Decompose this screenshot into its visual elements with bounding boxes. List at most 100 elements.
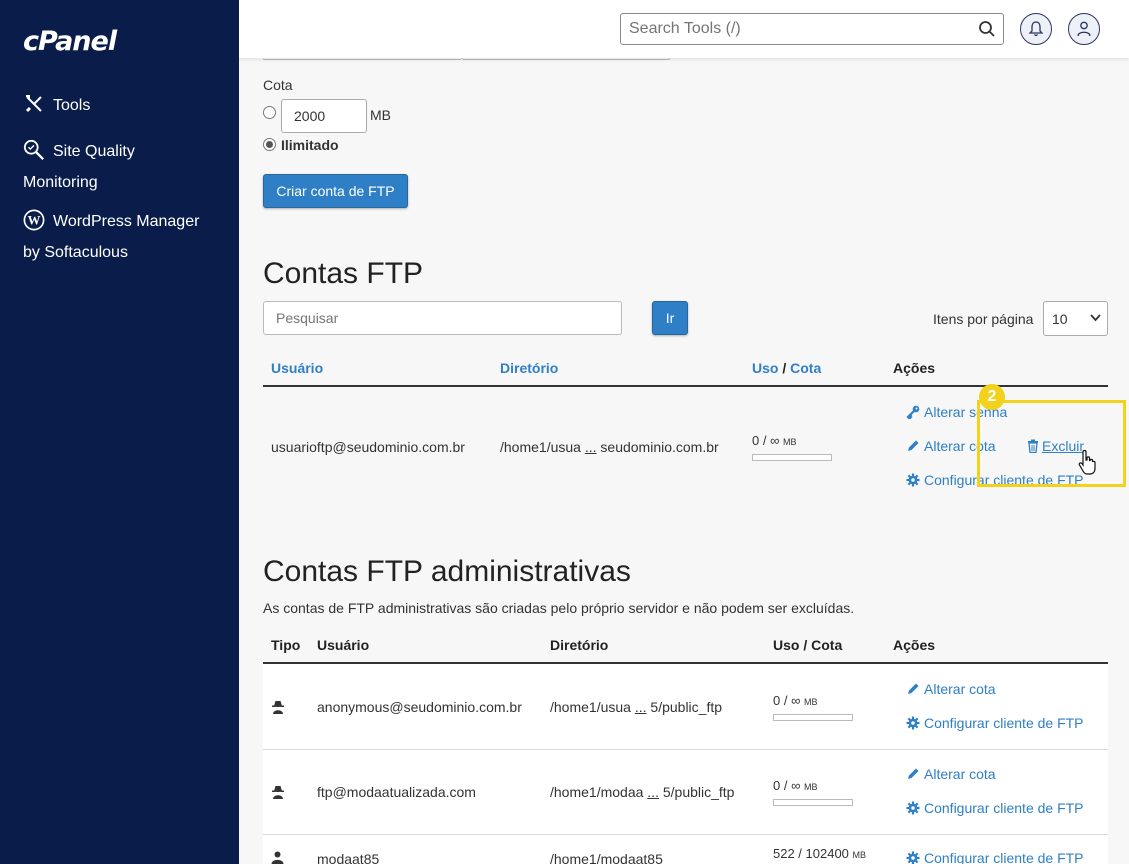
gear-icon xyxy=(906,801,920,815)
sidebar-item-wordpress[interactable]: W WordPress Manager by Softaculous xyxy=(23,206,223,268)
configure-ftp-client-label: Configurar cliente de FTP xyxy=(924,800,1084,816)
per-page-value: 10 xyxy=(1052,311,1068,327)
user-icon xyxy=(271,851,284,864)
search-tools-field[interactable] xyxy=(620,13,1004,45)
quota-unlimited-radio[interactable] xyxy=(263,138,276,151)
col-header-directory[interactable]: Diretório xyxy=(500,360,558,376)
anonymous-icon xyxy=(272,786,284,799)
admin-col-header-directory: Diretório xyxy=(550,637,609,653)
sidebar-item-label: Tools xyxy=(53,97,91,114)
usage-value: 0 / ∞ xyxy=(752,433,780,448)
usage-bar xyxy=(752,454,832,461)
admin-change-quota-link[interactable]: Alterar cota xyxy=(906,766,996,782)
admin-col-header-usage: Uso / Cota xyxy=(773,637,843,653)
admin-usage-cell: 0 / ∞ MB xyxy=(773,778,817,793)
configure-ftp-client-label: Configurar cliente de FTP xyxy=(924,850,1084,864)
dir-start: /home1/modaa xyxy=(550,784,644,800)
admin-accounts-description: As contas de FTP administrativas são cri… xyxy=(263,600,855,616)
col-header-actions: Ações xyxy=(893,360,936,376)
ftp-directory-cell: /home1/usua ... seudominio.com.br xyxy=(500,439,719,455)
quota-label: Cota xyxy=(263,77,293,93)
quota-limited-radio[interactable] xyxy=(263,106,276,119)
quota-input[interactable] xyxy=(281,99,367,133)
configure-ftp-client-label: Configurar cliente de FTP xyxy=(924,715,1084,731)
change-quota-label: Alterar cota xyxy=(924,766,996,782)
svg-text:W: W xyxy=(28,214,41,228)
quota-unlimited-label: Ilimitado xyxy=(281,137,339,153)
user-icon xyxy=(1077,21,1091,37)
dir-ellipsis[interactable]: ... xyxy=(647,784,659,800)
sidebar-item-label-line2: Monitoring xyxy=(23,174,98,191)
wordpress-icon: W xyxy=(23,209,45,231)
go-button[interactable]: Ir xyxy=(652,301,688,335)
sidebar-item-label-line2: by Softaculous xyxy=(23,244,128,261)
admin-usage-cell: 522 / 102400 MB xyxy=(773,846,866,861)
usage-unit: MB xyxy=(803,697,818,707)
admin-usage-cell: 0 / ∞ MB xyxy=(773,693,817,708)
ftp-usage-cell: 0 / ∞ MB xyxy=(752,433,796,448)
cpanel-logo[interactable]: cPanel xyxy=(23,26,117,57)
usage-value: 0 / ∞ xyxy=(773,693,801,708)
pencil-icon xyxy=(908,768,919,779)
pencil-icon xyxy=(908,683,919,694)
sidebar-item-label: WordPress Manager xyxy=(53,213,200,230)
search-tools-input[interactable] xyxy=(621,14,961,44)
col-header-separator: / xyxy=(782,360,787,376)
col-header-quota[interactable]: Cota xyxy=(790,360,821,376)
admin-configure-ftp-client-link[interactable]: Configurar cliente de FTP xyxy=(906,850,1084,864)
usage-bar xyxy=(773,799,853,806)
sidebar-item-site-quality[interactable]: Site Quality Monitoring xyxy=(23,136,223,198)
main-content: Cota MB Ilimitado Criar conta de FTP Con… xyxy=(239,48,1129,864)
dir-end: 5/public_ftp xyxy=(650,699,723,715)
dir-start: /home1/usua xyxy=(500,439,581,455)
col-header-usage[interactable]: Uso xyxy=(752,360,778,376)
usage-unit: MB xyxy=(803,782,818,792)
admin-user-cell: ftp@modaatualizada.com xyxy=(317,784,476,800)
hand-cursor-icon xyxy=(1078,449,1096,475)
admin-col-header-type: Tipo xyxy=(271,637,301,653)
anonymous-icon xyxy=(272,701,284,714)
gear-icon xyxy=(906,851,920,864)
pencil-icon xyxy=(908,440,919,451)
sidebar: cPanel Tools Site Quality Monitoring W W… xyxy=(0,0,239,864)
table-header-divider xyxy=(263,385,1108,387)
dir-ellipsis[interactable]: ... xyxy=(635,699,647,715)
per-page-select[interactable]: 10 xyxy=(1043,301,1108,336)
site-quality-icon xyxy=(23,139,44,160)
highlight-box xyxy=(977,400,1126,487)
top-bar xyxy=(239,0,1129,58)
admin-change-quota-link[interactable]: Alterar cota xyxy=(906,681,996,697)
admin-user-cell: anonymous@seudominio.com.br xyxy=(317,699,522,715)
ftp-search-field[interactable] xyxy=(263,301,622,335)
sidebar-item-label: Site Quality xyxy=(53,143,135,160)
dir-ellipsis[interactable]: ... xyxy=(585,439,597,455)
usage-unit: MB xyxy=(852,850,867,860)
ftp-accounts-title: Contas FTP xyxy=(263,257,424,290)
quota-unit: MB xyxy=(370,107,391,123)
search-icon[interactable] xyxy=(978,20,996,38)
admin-user-cell: modaat85 xyxy=(317,851,380,864)
usage-value: 522 / 102400 xyxy=(773,846,849,861)
col-header-user[interactable]: Usuário xyxy=(271,360,323,376)
ftp-user-cell: usuarioftp@seudominio.com.br xyxy=(271,439,465,455)
user-menu-button[interactable] xyxy=(1068,13,1100,45)
admin-directory-cell: /home1/usua ... 5/public_ftp xyxy=(550,699,722,715)
sidebar-item-tools[interactable]: Tools xyxy=(23,90,223,121)
dir-start: /home1/usua xyxy=(550,699,631,715)
ftp-search-input[interactable] xyxy=(264,302,621,334)
usage-value: 0 / ∞ xyxy=(773,778,801,793)
usage-unit: MB xyxy=(782,437,797,447)
admin-accounts-title: Contas FTP administrativas xyxy=(263,555,631,588)
admin-directory-cell: /home1/modaa ... 5/public_ftp xyxy=(550,784,734,800)
admin-col-header-actions: Ações xyxy=(893,637,936,653)
notifications-button[interactable] xyxy=(1020,13,1052,45)
usage-bar xyxy=(773,714,853,721)
admin-configure-ftp-client-link[interactable]: Configurar cliente de FTP xyxy=(906,800,1084,816)
create-ftp-account-button[interactable]: Criar conta de FTP xyxy=(263,174,408,208)
prev-field-edge xyxy=(263,58,461,60)
step-badge: 2 xyxy=(979,384,1005,410)
admin-configure-ftp-client-link[interactable]: Configurar cliente de FTP xyxy=(906,715,1084,731)
change-quota-label: Alterar cota xyxy=(924,681,996,697)
dir-end: seudominio.com.br xyxy=(600,439,719,455)
admin-col-header-user: Usuário xyxy=(317,637,370,653)
